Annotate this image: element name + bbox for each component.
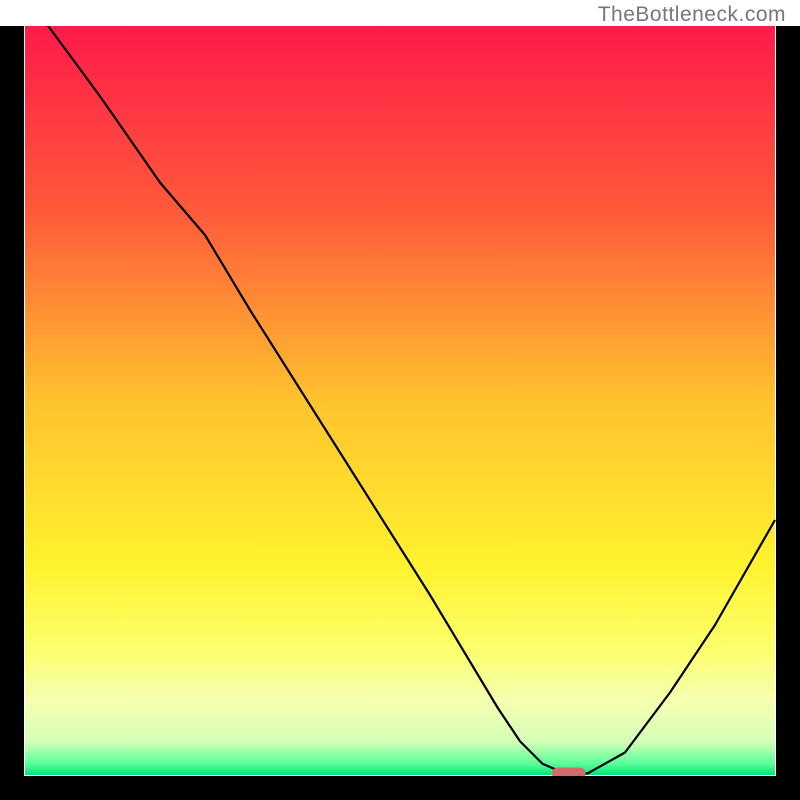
bottleneck-chart [0, 0, 800, 800]
chart-container [0, 0, 800, 800]
chart-background [25, 25, 775, 775]
watermark-text: TheBottleneck.com [598, 3, 786, 27]
